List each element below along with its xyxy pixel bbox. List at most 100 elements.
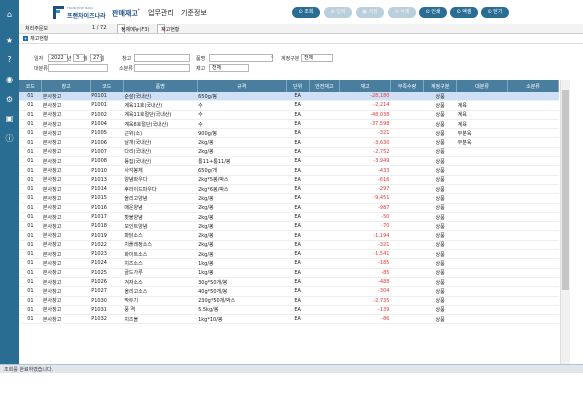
table-cell: P1016 — [90, 203, 124, 213]
table-cell: -2,752 — [339, 147, 391, 158]
table-row[interactable]: 01 본사창고 P1004 계육8호절단(국내산) 수 EA -37,598 상품 계육 — [19, 119, 559, 130]
tab-stock-status[interactable]: 재고현황 × — [157, 24, 179, 34]
table-cell: 본사창고 — [41, 175, 91, 185]
warehouse-field[interactable] — [134, 54, 190, 62]
close-icon[interactable]: × — [121, 26, 125, 34]
table-cell: -3,949 — [339, 156, 391, 167]
search-button[interactable]: ⊙ 조회 — [292, 7, 320, 18]
table-cell: P1023 — [90, 249, 124, 260]
table-row[interactable]: 01 본사창고 P1026 겨자소스 30g*50개/봉 EA -488 상품 — [19, 277, 559, 288]
menu-work-management[interactable]: 업무관리 — [148, 8, 174, 18]
column-header[interactable]: 부족수량 — [390, 80, 425, 92]
menu-sales-stock[interactable]: 판매재고* — [112, 8, 140, 18]
table-row[interactable]: 01 본사창고 P1014 후라이드파우다 2kg*6봉/박스 EA -297 상품 — [19, 184, 559, 195]
close-button[interactable]: ⊙ 닫기 — [481, 7, 509, 18]
column-header[interactable]: 품명 — [123, 80, 198, 92]
table-cell — [456, 249, 508, 260]
table-cell: 본사창고 — [41, 277, 91, 288]
column-header[interactable]: 계정구분 — [423, 80, 458, 92]
table-cell: P1032 — [90, 314, 124, 325]
excel-button[interactable]: ⊙ 엑셀 — [450, 7, 478, 18]
table-cell: -50 — [339, 212, 391, 223]
delete-button[interactable]: ⊖ 삭제 — [388, 7, 416, 18]
star-icon[interactable]: ★ — [5, 36, 14, 45]
column-header[interactable]: 소분류 — [507, 80, 559, 92]
table-cell: 본사창고 — [41, 203, 91, 213]
column-header[interactable]: 대분류 — [456, 80, 509, 92]
column-header[interactable]: 규격 — [197, 80, 287, 92]
table-row[interactable]: 01 본사창고 P1016 매운양념 2kg/봉 EA -987 상품 — [19, 203, 559, 213]
year-field[interactable]: 2022 — [48, 54, 68, 62]
table-cell: 치즈소스 — [123, 258, 198, 269]
table-row[interactable]: 01 본사창고 P1002 계육11호절단(국내산) 수 EA -48,038 상품 계육 — [19, 110, 559, 120]
table-cell: 상품 — [423, 268, 457, 278]
table-cell: 01 — [19, 230, 42, 241]
table-row[interactable]: 01 본사창고 P1008 똥집(국내산) 통11+통11/봉 EA -3,949 상품 — [19, 156, 559, 167]
table-cell: 01 — [19, 156, 42, 167]
section-toggle-icon[interactable]: + — [23, 36, 28, 41]
column-header[interactable]: 단위 — [286, 80, 310, 92]
table-cell: P1027 — [90, 286, 124, 297]
table-row[interactable]: 01 본사창고 P1007 다리(국내산) 2kg/봉 EA -2,752 상품 — [19, 147, 559, 158]
table-cell: 골드가루 — [123, 268, 198, 278]
column-header[interactable]: 재고 — [339, 80, 391, 92]
table-row[interactable]: 01 본사창고 P1010 사각봉체 650g/개 EA -433 상품 — [19, 165, 559, 176]
scrollbar-thumb[interactable] — [562, 90, 569, 290]
item-field[interactable] — [209, 54, 273, 62]
column-header[interactable]: 창고 — [41, 80, 91, 92]
table-cell: 01 — [19, 314, 42, 325]
table-cell — [456, 258, 508, 269]
column-header[interactable]: 코드 — [90, 80, 124, 92]
column-header[interactable]: 코드 — [19, 80, 43, 92]
column-header[interactable]: 안전재고 — [309, 80, 341, 92]
info-circle-icon[interactable]: ◉ — [5, 75, 14, 84]
table-cell: 40g*50개/봉 — [197, 286, 287, 297]
table-row[interactable]: 01 본사창고 P1018 모인트양념 2kg/봉 EA -70 상품 — [19, 221, 559, 232]
table-row[interactable]: 01 본사창고 P1023 화이트소스 2kg/봉 EA -1,541 상품 — [19, 249, 559, 260]
alert-icon[interactable]: ⓘ — [5, 134, 14, 143]
menu-base-info[interactable]: 기준정보 — [181, 8, 207, 18]
table-row[interactable]: 01 본사창고 P1024 치즈소스 1kg/봉 EA -185 상품 — [19, 258, 559, 269]
table-row[interactable]: 01 본사창고 P1032 치즈볼 1kg*10/봉 EA -86 상품 — [19, 314, 559, 325]
truck-icon[interactable]: ▣ — [5, 114, 14, 123]
account-select[interactable]: 전체 — [301, 54, 333, 62]
major-category-field[interactable] — [48, 64, 108, 72]
search-icon[interactable]: ⌕ — [271, 54, 274, 60]
year-unit: 년 — [67, 56, 72, 62]
order-list-label[interactable]: 처리주문보 — [25, 25, 48, 32]
stock-select[interactable]: 전체 — [209, 64, 249, 72]
table-row[interactable]: 01 본사창고 P0101 순살(국내산) 650g/봉 EA -28,180 상품 — [19, 92, 559, 102]
table-row[interactable]: 01 본사창고 P1013 양념파우다 2kg*5봉/박스 EA -616 상품 — [19, 175, 559, 185]
table-row[interactable]: 01 본사창고 P1030 막두기 230g*50개/박스 EA -2,735 상품 — [19, 296, 559, 306]
table-cell: 화이트소스 — [123, 249, 198, 260]
table-cell: 계육8호절단(국내산) — [123, 119, 198, 130]
table-row[interactable]: 01 본사창고 P1001 계육11호(국내산) 수 EA -2,214 상품 계육 — [19, 100, 559, 111]
table-row[interactable]: 01 본사창고 P1005 근위(소) 900g/봉 EA -321 상품 부분육 — [19, 128, 559, 139]
table-cell — [507, 249, 559, 260]
table-row[interactable]: 01 본사창고 P1025 골드가루 1kg/봉 EA -85 상품 — [19, 268, 559, 278]
input-button[interactable]: ⊕ 입력 — [324, 7, 352, 18]
table-row[interactable]: 01 본사창고 P1017 핫불양념 2kg/봉 EA -50 상품 — [19, 212, 559, 223]
table-cell: 근위(소) — [123, 128, 198, 139]
print-button[interactable]: ⊙ 인쇄 — [419, 7, 447, 18]
table-row[interactable]: 01 본사창고 P1006 날개(국내산) 2kg/봉 EA -3,630 상품 부분육 — [19, 137, 559, 148]
save-button[interactable]: ▣ 저장 — [356, 7, 384, 18]
status-bar: 조회를 완료하였습니다. — [0, 364, 583, 373]
help-icon[interactable]: ? — [5, 55, 14, 64]
table-row[interactable]: 01 본사창고 P1015 올리고양념 2kg/봉 EA -9,451 상품 — [19, 193, 559, 204]
close-icon[interactable]: × — [161, 26, 165, 34]
tab-all-menu[interactable]: 전체메뉴(F3) × — [117, 24, 149, 34]
table-row[interactable]: 01 본사창고 P1019 파닭소스 2kg/봉 EA -1,194 상품 — [19, 230, 559, 241]
table-cell — [390, 286, 424, 297]
table-cell: P1014 — [90, 184, 124, 195]
table-row[interactable]: 01 본사창고 P1022 치플레정소스 2kg/봉 EA -321 상품 — [19, 240, 559, 251]
vertical-scrollbar[interactable] — [560, 80, 570, 364]
table-cell: 상품 — [423, 110, 457, 120]
table-cell — [309, 110, 340, 120]
minor-category-field[interactable] — [134, 64, 190, 72]
table-row[interactable]: 01 본사창고 P1031 풍 격 5.5kg/봉 EA -139 상품 — [19, 305, 559, 316]
table-row[interactable]: 01 본사창고 P1027 올리고소스 40g*50개/봉 EA -304 상품 — [19, 286, 559, 297]
home-icon[interactable]: ⌂ — [5, 10, 14, 19]
settings-icon[interactable]: ⚙ — [5, 95, 14, 104]
table-cell: 본사창고 — [41, 147, 91, 158]
